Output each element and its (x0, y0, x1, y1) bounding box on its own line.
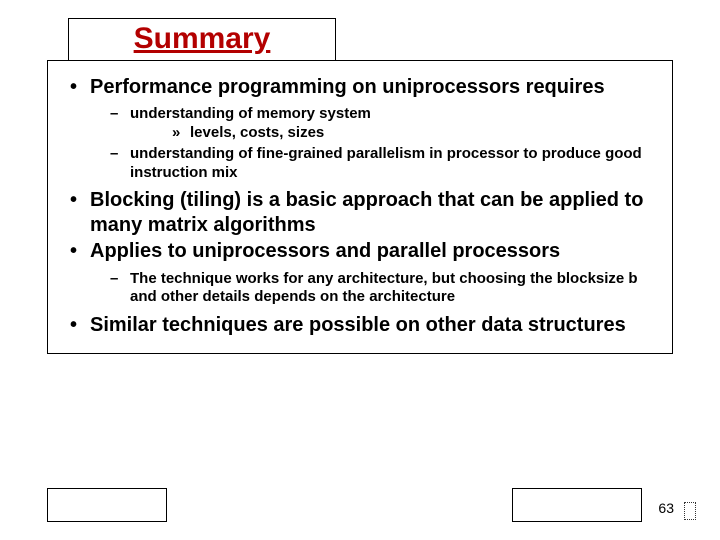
bullet-text: The technique works for any architecture… (130, 270, 638, 306)
list-item: Performance programming on uniprocessors… (66, 75, 654, 182)
bullet-list: Performance programming on uniprocessors… (66, 75, 654, 337)
list-item: levels, costs, sizes (130, 124, 654, 143)
list-item: understanding of fine-grained parallelis… (90, 145, 654, 183)
slide-title: Summary (134, 22, 271, 55)
list-item: understanding of memory system levels, c… (90, 105, 654, 143)
bullet-text: Performance programming on uniprocessors… (90, 76, 605, 98)
footer-right-placeholder (512, 488, 642, 522)
bullet-text: Applies to uniprocessors and parallel pr… (90, 240, 560, 262)
list-item: The technique works for any architecture… (90, 270, 654, 308)
bullet-text: Blocking (tiling) is a basic approach th… (90, 189, 643, 235)
bullet-text: understanding of memory system (130, 105, 371, 122)
footer-left-placeholder (47, 488, 167, 522)
corner-placeholder (684, 502, 696, 520)
bullet-text: understanding of fine-grained parallelis… (130, 145, 642, 181)
content-box: Performance programming on uniprocessors… (47, 60, 673, 354)
bullet-text: Similar techniques are possible on other… (90, 314, 626, 336)
list-item: Similar techniques are possible on other… (66, 313, 654, 337)
list-item: Applies to uniprocessors and parallel pr… (66, 239, 654, 307)
list-item: Blocking (tiling) is a basic approach th… (66, 188, 654, 237)
page-number: 63 (658, 500, 674, 516)
title-box: Summary (68, 18, 336, 60)
bullet-text: levels, costs, sizes (190, 124, 324, 141)
